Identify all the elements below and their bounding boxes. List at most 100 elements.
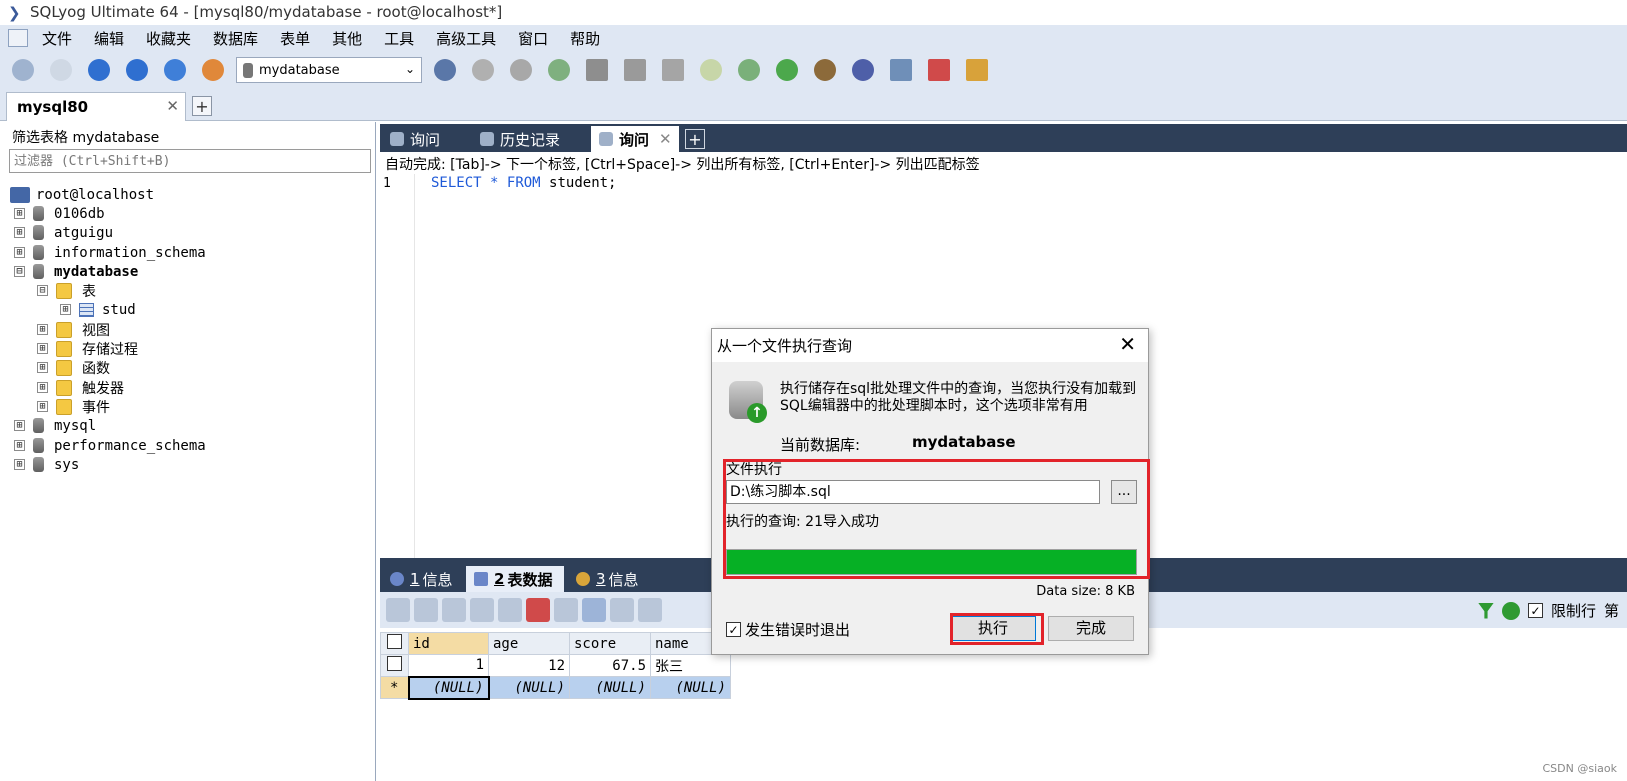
connection-tab-mysql80[interactable]: mysql80 ✕ <box>6 92 186 121</box>
filter-input[interactable]: 过滤器 (Ctrl+Shift+B) <box>9 149 371 173</box>
execute-query-icon[interactable] <box>84 55 114 85</box>
grid-cell[interactable]: 1 <box>408 654 489 677</box>
tab-table-data[interactable]: 2 表数据 <box>466 566 564 592</box>
menu-edit[interactable]: 编辑 <box>94 28 124 49</box>
scheduler-icon[interactable] <box>848 55 878 85</box>
expand-icon[interactable]: ⊞ <box>14 440 25 451</box>
menu-help[interactable]: 帮助 <box>570 28 600 49</box>
add-query-tab-button[interactable]: + <box>685 129 705 149</box>
expand-icon[interactable]: ⊞ <box>14 420 25 431</box>
add-row-icon[interactable] <box>442 598 466 622</box>
table-grid-icon[interactable] <box>620 55 650 85</box>
db-import-icon[interactable] <box>506 55 536 85</box>
schema-designer-icon[interactable] <box>962 55 992 85</box>
refresh-icon[interactable] <box>1501 601 1520 620</box>
wizard-icon[interactable] <box>696 55 726 85</box>
export-icon[interactable] <box>386 598 410 622</box>
table-lock-icon[interactable] <box>658 55 688 85</box>
column-header[interactable]: age <box>488 632 570 655</box>
new-connection-icon[interactable] <box>8 55 38 85</box>
menu-other[interactable]: 其他 <box>332 28 362 49</box>
user-manager-icon[interactable] <box>430 55 460 85</box>
execute-edit-icon[interactable] <box>160 55 190 85</box>
tab-messages-1[interactable]: 1 信息 <box>382 566 462 592</box>
save-icon[interactable] <box>498 598 522 622</box>
expand-icon[interactable]: ⊞ <box>14 227 25 238</box>
grid-cell[interactable]: 12 <box>488 654 570 677</box>
grid-cell[interactable]: (NULL) <box>407 675 490 700</box>
tab-history[interactable]: 历史记录 <box>472 126 588 152</box>
close-icon[interactable]: ✕ <box>1119 332 1136 356</box>
menu-window[interactable]: 窗口 <box>518 28 548 49</box>
tree-folder-views[interactable]: ⊞ 视图 <box>37 320 110 339</box>
grid-cell[interactable]: 张三 <box>650 654 731 677</box>
expand-icon[interactable]: ⊞ <box>37 382 48 393</box>
select-all-checkbox[interactable] <box>380 632 409 655</box>
tree-db-mydatabase[interactable]: ⊟ mydatabase <box>14 262 138 281</box>
tree-folder-functions[interactable]: ⊞ 函数 <box>37 358 110 377</box>
expand-icon[interactable]: ⊞ <box>37 362 48 373</box>
tree-db-mysql[interactable]: ⊞ mysql <box>14 416 96 435</box>
db-sync-icon[interactable] <box>544 55 574 85</box>
menu-advanced-tools[interactable]: 高级工具 <box>436 28 496 49</box>
db-copy-icon[interactable] <box>734 55 764 85</box>
tree-db-sys[interactable]: ⊞ sys <box>14 455 79 474</box>
tree-folder-triggers[interactable]: ⊞ 触发器 <box>37 378 124 397</box>
tree-db-atguigu[interactable]: ⊞ atguigu <box>14 223 113 242</box>
collapse-icon[interactable]: ⊟ <box>37 285 48 296</box>
text-view-icon[interactable] <box>638 598 662 622</box>
limit-rows-checkbox[interactable]: ✓ <box>1527 603 1543 618</box>
expand-icon[interactable]: ⊞ <box>37 343 48 354</box>
file-path-input[interactable]: D:\练习脚本.sql <box>726 480 1100 504</box>
cancel-changes-icon[interactable] <box>554 598 578 622</box>
done-button[interactable]: 完成 <box>1048 616 1134 641</box>
expand-icon[interactable]: ⊞ <box>14 459 25 470</box>
db-add-icon[interactable] <box>468 55 498 85</box>
tree-table-stud[interactable]: ⊞ stud <box>60 300 136 319</box>
tree-db-information-schema[interactable]: ⊞ information_schema <box>14 243 206 262</box>
new-query-icon[interactable] <box>46 55 76 85</box>
column-header[interactable]: id <box>408 632 489 655</box>
tab-query-1[interactable]: 询问 <box>382 126 470 152</box>
import-icon[interactable] <box>414 598 438 622</box>
form-view-icon[interactable] <box>610 598 634 622</box>
expand-icon[interactable]: ⊞ <box>14 208 25 219</box>
tree-db-performance-schema[interactable]: ⊞ performance_schema <box>14 436 206 455</box>
new-row[interactable]: * (NULL) (NULL) (NULL) (NULL) <box>380 675 731 700</box>
close-icon[interactable]: ✕ <box>659 130 672 148</box>
menu-table[interactable]: 表单 <box>280 28 310 49</box>
add-connection-button[interactable]: + <box>192 96 212 116</box>
grid-cell[interactable]: (NULL) <box>650 676 731 699</box>
sql-line[interactable]: SELECT * FROM student; <box>431 175 616 191</box>
tree-folder-procedures[interactable]: ⊞ 存储过程 <box>37 339 138 358</box>
abort-on-error-checkbox[interactable]: ✓ <box>726 622 741 637</box>
tree-folder-events[interactable]: ⊞ 事件 <box>37 397 110 416</box>
expand-icon[interactable]: ⊞ <box>14 247 25 258</box>
database-select[interactable]: mydatabase ⌄ <box>236 57 422 83</box>
row-checkbox[interactable] <box>380 654 409 677</box>
transfer-icon[interactable] <box>772 55 802 85</box>
grid-cell[interactable]: (NULL) <box>569 676 651 699</box>
menu-favorites[interactable]: 收藏夹 <box>146 28 191 49</box>
column-header[interactable]: score <box>569 632 651 655</box>
abort-on-error-option[interactable]: ✓ 发生错误时退出 <box>726 619 850 640</box>
grid-cell[interactable]: 67.5 <box>569 654 651 677</box>
menu-database[interactable]: 数据库 <box>213 28 258 49</box>
tree-root[interactable]: root@localhost <box>10 185 154 204</box>
shapes-icon[interactable] <box>198 55 228 85</box>
menu-tools[interactable]: 工具 <box>384 28 414 49</box>
expand-icon[interactable]: ⊞ <box>37 324 48 335</box>
close-icon[interactable]: ✕ <box>166 97 179 115</box>
grid-cell[interactable]: (NULL) <box>488 676 570 699</box>
tab-messages-3[interactable]: 3 信息 <box>568 566 648 592</box>
delete-icon[interactable] <box>526 598 550 622</box>
truck-icon[interactable] <box>810 55 840 85</box>
schema-grid-icon[interactable] <box>582 55 612 85</box>
menu-file[interactable]: 文件 <box>42 28 72 49</box>
report-icon[interactable] <box>924 55 954 85</box>
tab-query-2[interactable]: 询问 ✕ <box>591 126 679 152</box>
grid-view-icon[interactable] <box>582 598 606 622</box>
execute-all-icon[interactable] <box>122 55 152 85</box>
table-row[interactable]: 1 12 67.5 张三 <box>380 654 731 677</box>
duplicate-row-icon[interactable] <box>470 598 494 622</box>
